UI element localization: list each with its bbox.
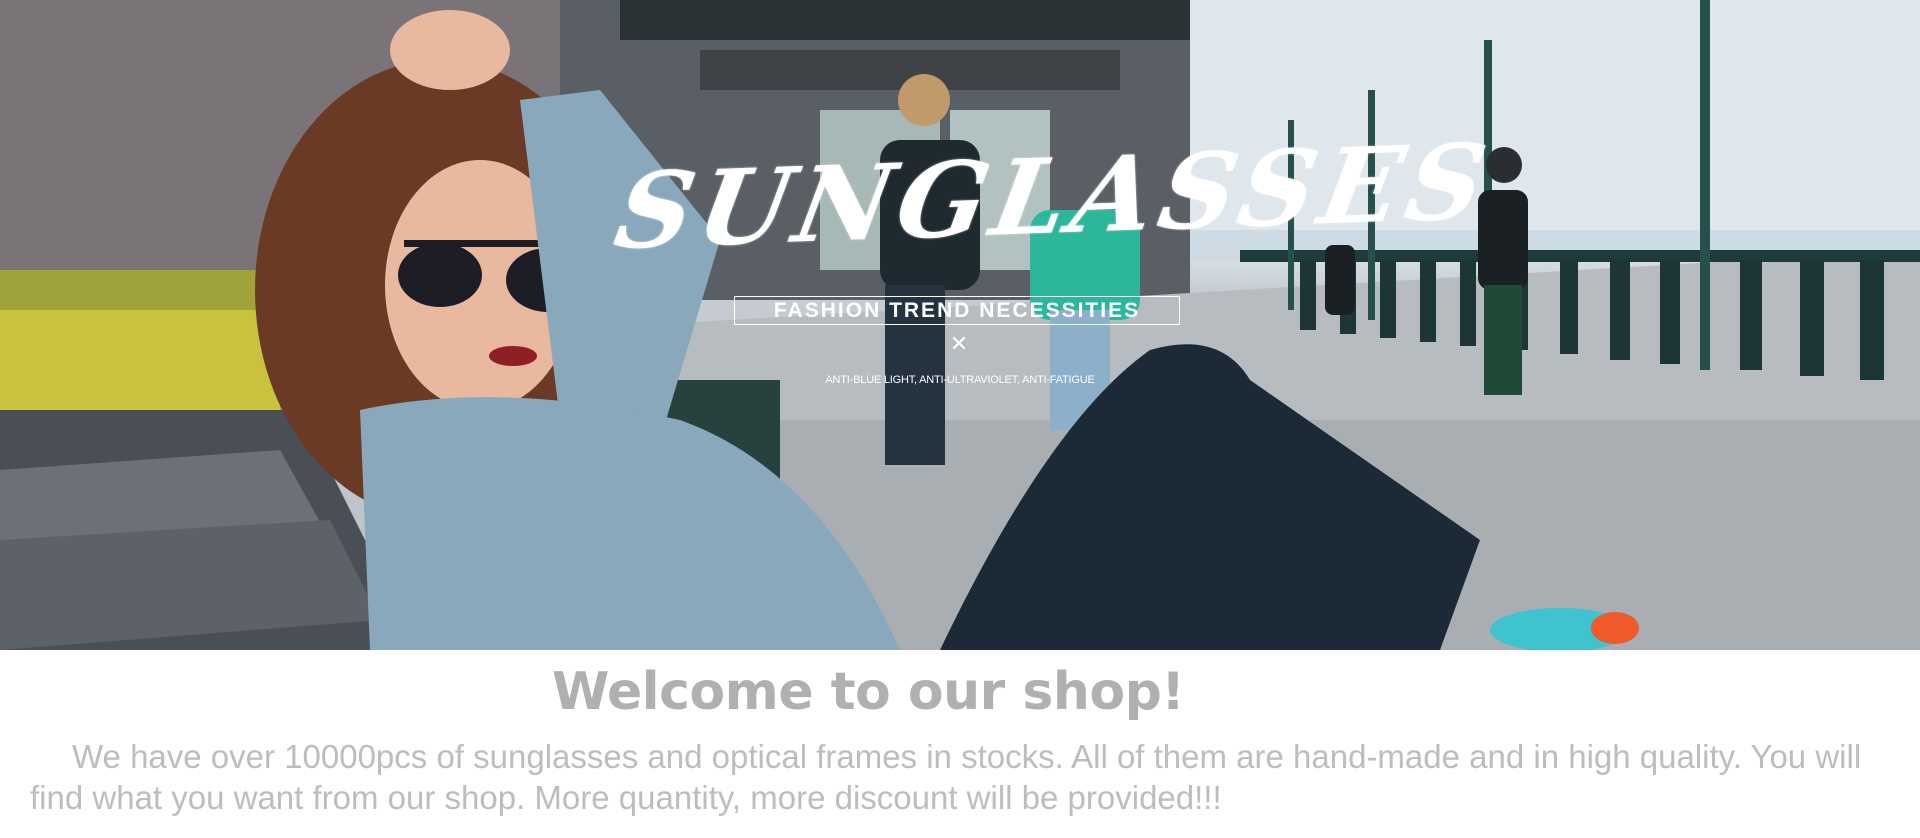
page: SUNGLASSES FASHION TREND NECESSITIES ✕ A… [0, 0, 1920, 838]
welcome-description: We have over 10000pcs of sunglasses and … [30, 738, 1862, 816]
hero-title: SUNGLASSES [606, 119, 1501, 273]
welcome-heading: Welcome to our shop! [552, 662, 1185, 722]
hero-photo-icon [0, 0, 1920, 650]
hero-tagline: FASHION TREND NECESSITIES [734, 296, 1180, 325]
hero-banner: SUNGLASSES FASHION TREND NECESSITIES ✕ A… [0, 0, 1920, 650]
close-icon[interactable]: ✕ [948, 333, 970, 355]
hero-subtag: ANTI-BLUE LIGHT, ANTI-ULTRAVIOLET, ANTI-… [825, 374, 1095, 386]
